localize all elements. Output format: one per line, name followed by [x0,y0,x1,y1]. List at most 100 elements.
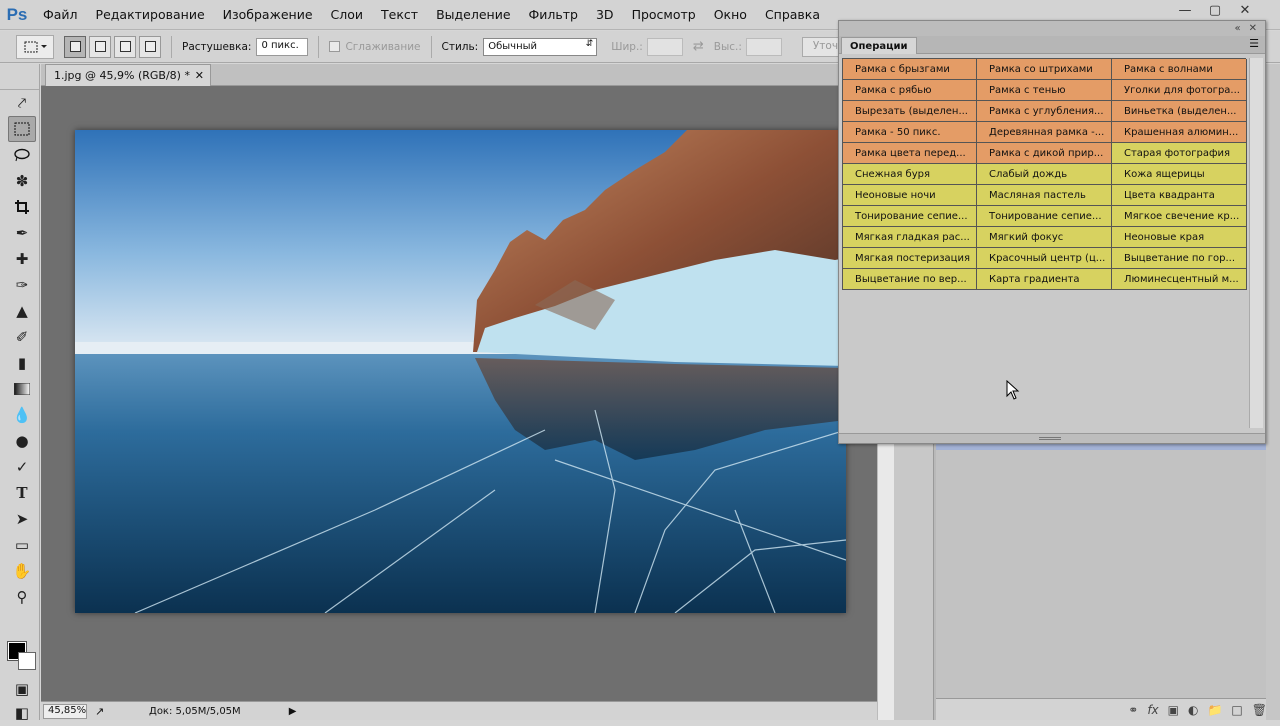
menu-item[interactable]: Редактирование [87,0,214,30]
menu-item[interactable]: Выделение [427,0,519,30]
fx-icon[interactable]: fx [1147,703,1158,717]
clone-stamp-tool-icon[interactable]: ▲ [8,298,36,324]
action-button[interactable]: Карта градиента [977,269,1112,290]
new-selection-button[interactable] [64,35,86,58]
close-icon[interactable]: ✕ [1230,0,1260,20]
action-button[interactable]: Мягкая гладкая рас... [843,227,977,248]
eraser-tool-icon[interactable]: ▮ [8,350,36,376]
menu-item[interactable]: Текст [372,0,427,30]
rectangle-tool-icon[interactable]: ▭ [8,532,36,558]
close-panel-icon[interactable]: ✕ [1249,23,1257,34]
action-button[interactable]: Тонирование сепие... [977,206,1112,227]
path-selection-tool-icon[interactable]: ➤ [8,506,36,532]
menu-item[interactable]: Фильтр [520,0,587,30]
action-button[interactable]: Выцветание по гор... [1112,248,1247,269]
background-color[interactable] [18,652,36,670]
antialias-checkbox[interactable] [329,41,341,52]
lasso-tool-icon[interactable] [8,142,36,168]
right-panel-scrollbar[interactable] [1266,64,1280,720]
action-button[interactable]: Красочный центр (ц... [977,248,1112,269]
action-button[interactable]: Выцветание по вер... [843,269,977,290]
action-button[interactable]: Рамка с дикой прир... [977,143,1112,164]
link-icon[interactable]: ⚭ [1128,703,1138,717]
document-tab[interactable]: 1.jpg @ 45,9% (RGB/8) * ✕ [45,64,211,86]
share-icon[interactable]: ↗ [95,705,113,718]
group-icon[interactable]: 📁 [1207,703,1222,717]
action-button[interactable]: Кожа ящерицы [1112,164,1247,185]
move-tool-icon[interactable]: ⤤ [8,90,36,116]
panel-resize-bar[interactable] [839,433,1265,443]
action-button[interactable]: Рамка - 50 пикс. [843,122,977,143]
action-button[interactable]: Неоновые ночи [843,185,977,206]
close-tab-icon[interactable]: ✕ [195,69,204,82]
dodge-tool-icon[interactable]: ● [8,428,36,454]
action-button[interactable]: Рамка с брызгами [843,59,977,80]
maximize-icon[interactable]: ▢ [1200,0,1230,20]
color-swatches[interactable] [7,641,44,674]
gradient-tool-icon[interactable] [8,376,36,402]
healing-brush-tool-icon[interactable]: ✚ [8,246,36,272]
action-button[interactable]: Мягкий фокус [977,227,1112,248]
quick-mask-icon[interactable]: ▣ [8,676,36,702]
menu-item[interactable]: Слои [322,0,373,30]
eyedropper-tool-icon[interactable]: ✒ [8,220,36,246]
swap-icon[interactable]: ⇄ [693,39,704,54]
marquee-tool-icon[interactable] [8,116,36,142]
menu-item[interactable]: Файл [34,0,87,30]
tab-actions[interactable]: Операции [841,37,917,54]
photoshop-logo[interactable]: Ps [0,0,34,30]
panel-titlebar[interactable]: « ✕ [839,21,1265,36]
blur-tool-icon[interactable]: 💧 [8,402,36,428]
minimize-icon[interactable]: — [1170,0,1200,20]
pen-tool-icon[interactable]: ✓ [8,454,36,480]
add-selection-button[interactable] [89,35,111,58]
action-button[interactable]: Люминесцентный м... [1112,269,1247,290]
height-input[interactable] [745,37,782,56]
actions-scrollbar[interactable] [1249,58,1263,428]
brush-tool-icon[interactable]: ✑ [8,272,36,298]
action-button[interactable]: Тонирование сепие... [843,206,977,227]
action-button[interactable]: Виньетка (выделен... [1112,101,1247,122]
menu-item[interactable]: Окно [705,0,756,30]
zoom-level-input[interactable]: 45,85% [43,703,87,719]
action-button[interactable]: Цвета квадранта [1112,185,1247,206]
tool-preset-picker[interactable] [16,34,54,59]
intersect-selection-button[interactable] [139,35,161,58]
document-canvas-image[interactable] [75,130,846,613]
adjustment-icon[interactable]: ◐ [1188,703,1198,717]
type-tool-icon[interactable]: T [8,480,36,506]
feather-input[interactable]: 0 пикс. [256,37,309,56]
action-button[interactable]: Вырезать (выделен... [843,101,977,122]
action-button[interactable]: Снежная буря [843,164,977,185]
action-button[interactable]: Деревянная рамка -... [977,122,1112,143]
collapse-panel-icon[interactable]: « [1234,23,1240,34]
action-button[interactable]: Рамка с углубления... [977,101,1112,122]
menu-item[interactable]: 3D [587,0,623,30]
screen-mode-icon[interactable]: ◧ [8,700,36,726]
action-button[interactable]: Рамка с тенью [977,80,1112,101]
action-button[interactable]: Рамка с рябью [843,80,977,101]
history-brush-tool-icon[interactable]: ✐ [8,324,36,350]
menu-item[interactable]: Просмотр [623,0,705,30]
action-button[interactable]: Уголки для фотогра... [1112,80,1247,101]
action-button[interactable]: Неоновые края [1112,227,1247,248]
action-button[interactable]: Слабый дождь [977,164,1112,185]
menu-item[interactable]: Изображение [214,0,322,30]
hand-tool-icon[interactable]: ✋ [8,558,36,584]
status-menu-arrow-icon[interactable]: ▶ [289,706,297,717]
action-button[interactable]: Старая фотография [1112,143,1247,164]
action-button[interactable]: Рамка с волнами [1112,59,1247,80]
trash-icon[interactable]: 🗑 [1252,703,1267,717]
new-layer-icon[interactable]: □ [1231,703,1242,717]
width-input[interactable] [646,37,683,56]
mask-icon[interactable]: ▣ [1168,703,1179,717]
panel-menu-icon[interactable]: ☰ [1249,37,1259,50]
zoom-tool-icon[interactable]: ⚲ [8,584,36,610]
action-button[interactable]: Мягкая постеризация [843,248,977,269]
action-button[interactable]: Рамка со штрихами [977,59,1112,80]
style-select[interactable]: Обычный ⇵ [483,37,598,56]
action-button[interactable]: Рамка цвета перед... [843,143,977,164]
menu-item[interactable]: Справка [756,0,829,30]
action-button[interactable]: Масляная пастель [977,185,1112,206]
subtract-selection-button[interactable] [114,35,136,58]
